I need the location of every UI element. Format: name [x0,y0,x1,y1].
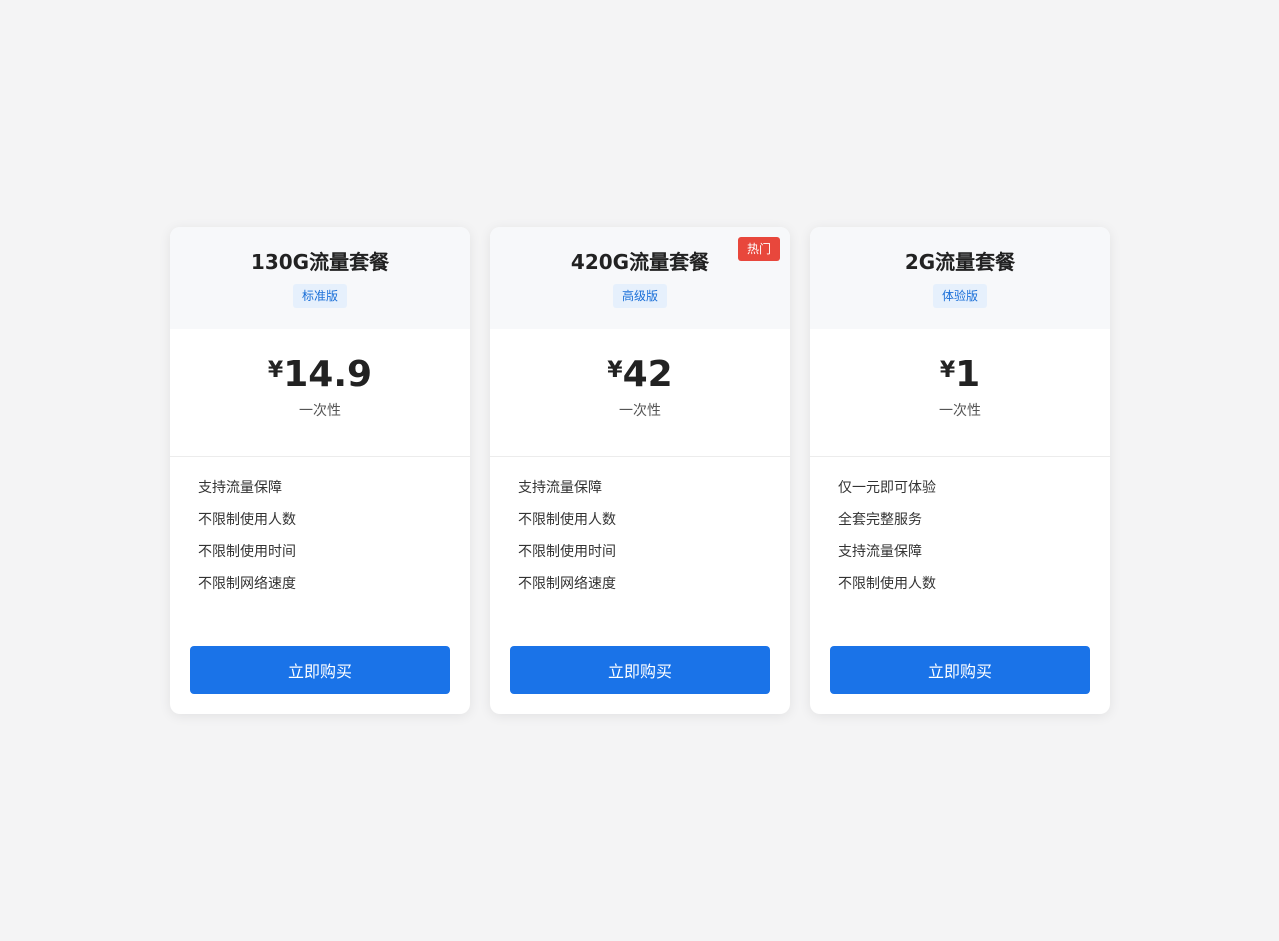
price-period: 一次性 [619,403,661,419]
currency-symbol: ¥ [607,358,623,383]
feature-list: 支持流量保障 不限制使用人数 不限制使用时间 不限制网络速度 [170,457,470,625]
feature-item: 支持流量保障 [198,480,282,496]
plan-title: 2G流量套餐 [904,250,1016,274]
currency-symbol: ¥ [267,358,284,383]
plan-card-2g: 2G流量套餐 体验版 ¥1 一次性 仅一元即可体验 全套完整服务 支持流量保障 … [810,227,1110,714]
plan-tier-badge: 体验版 [932,284,987,308]
plan-tier-badge: 高级版 [612,284,667,308]
buy-now-button[interactable]: 立即购买 [190,646,450,694]
feature-item: 不限制使用人数 [518,512,616,528]
plan-price: ¥42 [490,353,790,397]
plan-card-130g: 130G流量套餐 标准版 ¥14.9 一次性 支持流量保障 不限制使用人数 不限… [170,227,470,714]
feature-item: 支持流量保障 [838,544,922,560]
price-section: ¥42 一次性 [490,329,790,457]
plan-header: 2G流量套餐 体验版 [810,227,1110,329]
price-period: 一次性 [299,403,341,419]
feature-item: 仅一元即可体验 [838,480,936,496]
feature-item: 不限制网络速度 [518,576,616,592]
price-amount: 1 [955,354,981,395]
feature-item: 不限制使用人数 [198,512,296,528]
feature-item: 全套完整服务 [838,512,922,528]
plan-header: 130G流量套餐 标准版 [170,227,470,329]
price-period: 一次性 [939,403,981,419]
plan-tier-badge: 标准版 [292,284,347,308]
feature-item: 支持流量保障 [518,480,602,496]
pricing-cards: 130G流量套餐 标准版 ¥14.9 一次性 支持流量保障 不限制使用人数 不限… [170,227,1110,714]
price-amount: 42 [622,354,673,395]
feature-item: 不限制使用时间 [518,544,616,560]
feature-item: 不限制使用人数 [838,576,936,592]
price-amount: 14.9 [283,354,373,395]
feature-list: 仅一元即可体验 全套完整服务 支持流量保障 不限制使用人数 [810,457,1110,625]
buy-now-button[interactable]: 立即购买 [510,646,770,694]
plan-card-420g: 热门 420G流量套餐 高级版 ¥42 一次性 支持流量保障 不限制使用人数 不… [490,227,790,714]
price-section: ¥1 一次性 [810,329,1110,457]
feature-item: 不限制网络速度 [198,576,296,592]
plan-title: 130G流量套餐 [250,250,390,274]
buy-now-button[interactable]: 立即购买 [830,646,1090,694]
currency-symbol: ¥ [939,358,956,383]
plan-price: ¥1 [810,353,1110,397]
price-section: ¥14.9 一次性 [170,329,470,457]
plan-price: ¥14.9 [170,353,470,397]
feature-item: 不限制使用时间 [198,544,296,560]
hot-badge: 热门 [737,237,780,261]
feature-list: 支持流量保障 不限制使用人数 不限制使用时间 不限制网络速度 [490,457,790,625]
